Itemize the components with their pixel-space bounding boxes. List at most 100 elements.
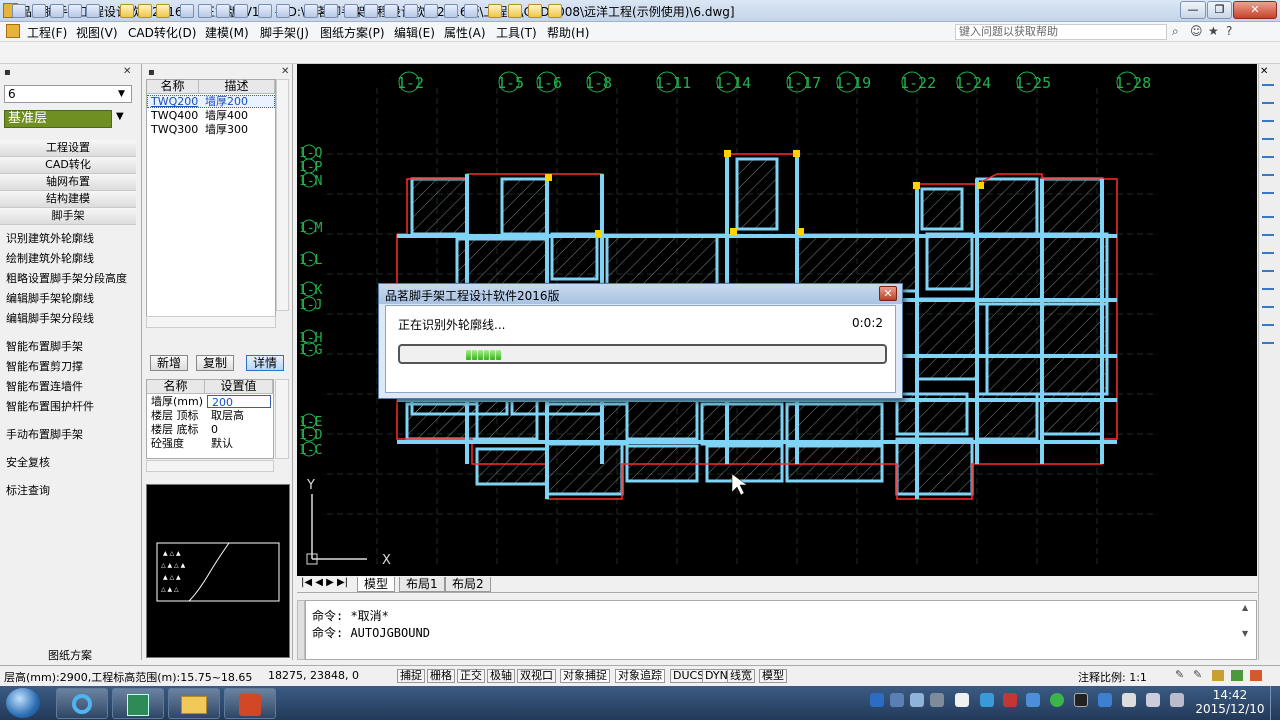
command-window[interactable]: 命令: *取消* 命令: AUTOJGBOUND ▲ ▼	[305, 600, 1257, 660]
tray-help-icon[interactable]	[870, 693, 884, 707]
tray-camera-icon[interactable]	[1074, 693, 1088, 707]
tool-hand-icon[interactable]	[1262, 188, 1274, 194]
tool-chamfer-icon[interactable]	[1262, 302, 1274, 308]
toggle-osnap[interactable]: 对象捕捉	[560, 669, 610, 683]
tab-nav-arrows-icon[interactable]: |◀ ◀ ▶ ▶|	[301, 577, 348, 588]
undo-icon[interactable]	[258, 4, 272, 18]
command-grip[interactable]	[297, 600, 305, 660]
tray-update-icon[interactable]	[1050, 693, 1064, 707]
box-icon[interactable]	[364, 4, 378, 18]
pencil-icon[interactable]	[324, 4, 338, 18]
nav-safety-check[interactable]: 安全复核	[6, 454, 50, 470]
align-icon[interactable]	[404, 4, 418, 18]
bulb-off-icon[interactable]	[138, 4, 152, 18]
maximize-button[interactable]: ❐	[1207, 1, 1232, 19]
scroll-up-icon[interactable]: ▲	[1242, 603, 1248, 612]
section-project-settings[interactable]: 工程设置	[0, 140, 136, 157]
tool-extend-icon[interactable]	[1262, 230, 1274, 236]
layer-select[interactable]: 基准层	[4, 110, 112, 128]
tool-pan-icon[interactable]	[1262, 80, 1274, 86]
stretch-icon[interactable]	[384, 4, 398, 18]
prop-value[interactable]: 0	[207, 423, 218, 436]
toggle-snap[interactable]: 捕捉	[397, 669, 425, 683]
forward-icon[interactable]	[50, 4, 64, 18]
tray-bluetooth-icon[interactable]	[1098, 693, 1112, 707]
minimize-button[interactable]: —	[1180, 1, 1206, 19]
copy-icon[interactable]	[180, 4, 194, 18]
taskbar-powerpoint-icon[interactable]	[224, 688, 276, 719]
image-icon[interactable]	[86, 4, 100, 18]
tray-doc-icon[interactable]	[955, 693, 969, 707]
bulb-icon[interactable]	[120, 4, 134, 18]
detail-button[interactable]: 详情	[246, 355, 284, 371]
lock-icon[interactable]	[1212, 670, 1224, 681]
section-cad-convert[interactable]: CAD转化	[0, 157, 136, 174]
scroll-down-icon[interactable]: ▼	[1242, 629, 1248, 638]
rotate-icon[interactable]	[216, 4, 230, 18]
chevron-down-icon[interactable]: ▼	[118, 89, 125, 99]
menu-cad[interactable]: CAD转化(D)	[128, 24, 196, 41]
toggle-polar[interactable]: 极轴	[487, 669, 515, 683]
nav-segment-height[interactable]: 粗略设置脚手架分段高度	[6, 270, 127, 286]
row-desc[interactable]: 墙厚400	[201, 109, 248, 122]
close-button[interactable]: ✕	[1233, 1, 1277, 19]
panel-pin-icon[interactable]: ▪	[4, 67, 11, 78]
tab-layout1[interactable]: 布局1	[399, 577, 445, 592]
nav-auto-brace[interactable]: 智能布置剪刀撑	[6, 358, 83, 374]
menu-view[interactable]: 视图(V)	[76, 24, 118, 41]
tray-signal-icon[interactable]	[1146, 693, 1160, 707]
tray-keyboard-icon[interactable]	[930, 693, 944, 707]
tray-app-icon[interactable]	[910, 693, 924, 707]
tray-network-icon[interactable]	[890, 693, 904, 707]
taskbar-ie-icon[interactable]	[56, 688, 108, 719]
search-icon[interactable]: ⌕	[1172, 24, 1179, 39]
horizontal-scrollbar[interactable]	[146, 316, 276, 328]
open-icon[interactable]	[68, 4, 82, 18]
tray-security-icon[interactable]	[1003, 693, 1017, 707]
toggle-ortho[interactable]: 正交	[457, 669, 485, 683]
tool-trim-icon[interactable]	[1262, 212, 1274, 218]
nav-recognize-outline[interactable]: 识别建筑外轮廓线	[6, 230, 94, 246]
tab-model[interactable]: 模型	[357, 577, 396, 592]
nav-edit-segment[interactable]: 编辑脚手架分段线	[6, 310, 94, 326]
break-icon[interactable]	[464, 4, 478, 18]
dialog-titlebar[interactable]: 品茗脚手架工程设计软件2016版 ✕	[379, 284, 902, 304]
help-search-input[interactable]: 键入问题以获取帮助	[955, 24, 1167, 40]
save-icon[interactable]	[12, 4, 26, 18]
help-icon[interactable]: ?	[1226, 24, 1232, 38]
tool-brush-icon[interactable]	[1262, 170, 1274, 176]
section-scaffold[interactable]: 脚手架	[0, 208, 136, 225]
new-button[interactable]: 新增	[150, 355, 188, 371]
prop-scrollbar[interactable]	[275, 379, 289, 459]
annotation-icon[interactable]: ✎	[1175, 668, 1184, 681]
toolbar-close-icon[interactable]: ✕	[1260, 66, 1268, 77]
start-button[interactable]	[6, 688, 40, 718]
row-name[interactable]: TWQ400	[147, 109, 198, 122]
scaffold-icon[interactable]	[488, 4, 502, 18]
menu-drawing[interactable]: 图纸方案(P)	[320, 24, 385, 41]
nav-auto-tie[interactable]: 智能布置连墙件	[6, 378, 83, 394]
tie-icon[interactable]	[528, 4, 542, 18]
trim-icon[interactable]	[424, 4, 438, 18]
row-desc[interactable]: 墙厚300	[201, 123, 248, 136]
tray-chat-icon[interactable]	[1026, 693, 1040, 707]
menu-edit[interactable]: 编辑(E)	[394, 24, 435, 41]
tool-break-icon[interactable]	[1262, 320, 1274, 326]
star-icon[interactable]: ★	[1208, 24, 1219, 38]
tool-offset-icon[interactable]	[1262, 248, 1274, 254]
tool-array-icon[interactable]	[1262, 266, 1274, 272]
move-icon[interactable]	[234, 4, 248, 18]
toggle-grid[interactable]: 栅格	[427, 669, 455, 683]
vertical-scrollbar[interactable]	[276, 79, 289, 311]
prop-hscrollbar[interactable]	[146, 460, 274, 472]
floor-select[interactable]: 6	[4, 85, 132, 103]
prop-value[interactable]: 默认	[207, 437, 233, 450]
copy-button[interactable]: 复制	[196, 355, 234, 371]
section-axis-grid[interactable]: 轴网布置	[0, 174, 136, 191]
prop-value[interactable]: 取层高	[207, 409, 244, 422]
nav-annotation-query[interactable]: 标注查询	[6, 482, 50, 498]
user-icon[interactable]: ☺	[1190, 24, 1203, 38]
visibility-icon[interactable]: ✎	[1193, 668, 1202, 681]
nav-auto-guard[interactable]: 智能布置围护杆件	[6, 398, 94, 414]
nav-edit-outline[interactable]: 编辑脚手架轮廓线	[6, 290, 94, 306]
